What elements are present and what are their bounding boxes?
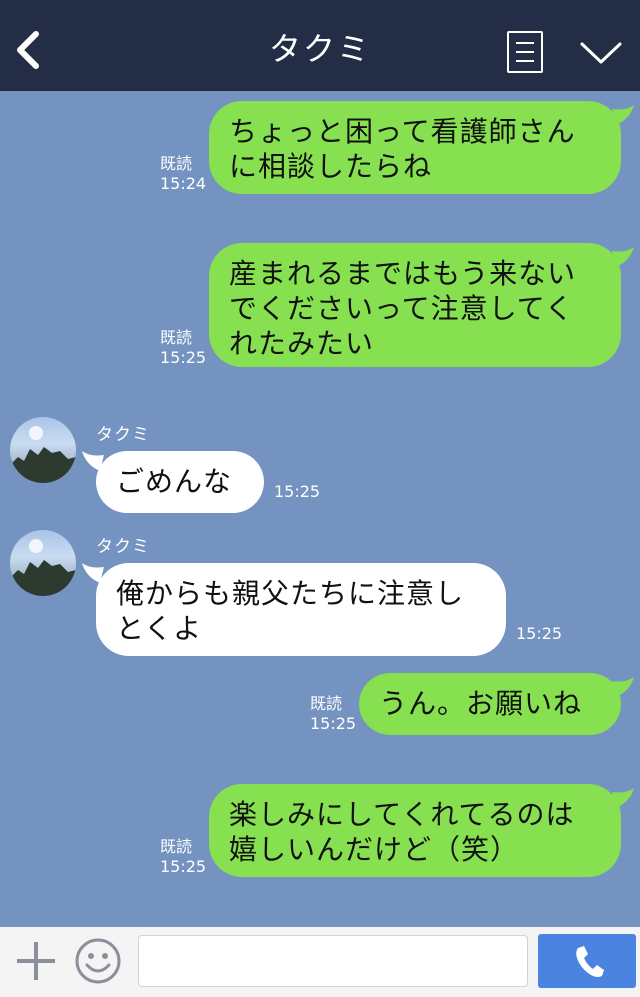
emoji-icon xyxy=(75,938,121,984)
emoji-button[interactable] xyxy=(74,937,122,985)
menu-button[interactable] xyxy=(507,31,543,73)
chevron-down-button[interactable] xyxy=(578,38,624,68)
message-time: 15:25 xyxy=(274,482,321,501)
chat-area[interactable]: 既読 15:24 ちょっと困って看護師さん に相談したらね 既読 15:25 産… xyxy=(0,91,640,927)
avatar-image xyxy=(10,426,76,483)
message-time: 15:25 xyxy=(516,624,563,643)
plus-icon xyxy=(17,942,55,980)
message-time: 15:25 xyxy=(310,714,357,733)
incoming-message[interactable]: ごめんな xyxy=(96,451,264,513)
menu-icon-line xyxy=(516,42,534,44)
outgoing-message[interactable]: 楽しみにしてくれてるのは 嬉しいんだけど（笑） xyxy=(209,784,621,877)
add-button[interactable] xyxy=(14,939,58,983)
call-button[interactable] xyxy=(538,934,636,988)
menu-icon-line xyxy=(516,60,534,62)
read-status: 既読 xyxy=(160,328,193,347)
read-status: 既読 xyxy=(160,154,193,173)
message-text: ちょっと困って看護師さん に相談したらね xyxy=(229,115,576,183)
outgoing-message[interactable]: うん。お願いね xyxy=(359,673,621,735)
message-input-bar xyxy=(0,927,640,997)
read-status: 既読 xyxy=(160,837,193,856)
read-status: 既読 xyxy=(310,694,343,713)
avatar[interactable] xyxy=(10,530,76,596)
message-text: うん。お願いね xyxy=(379,687,583,720)
message-text: 産まれるまではもう来ない でくださいって注意してく れたみたい xyxy=(229,257,577,360)
message-input[interactable] xyxy=(138,935,528,987)
bubble-tail xyxy=(612,677,634,697)
message-text: 楽しみにしてくれてるのは 嬉しいんだけど（笑） xyxy=(229,798,575,866)
message-text: ごめんな xyxy=(116,465,233,498)
message-time: 15:24 xyxy=(160,174,207,193)
bubble-tail xyxy=(612,105,634,125)
bubble-tail xyxy=(612,788,634,808)
sender-name: タクミ xyxy=(96,425,150,445)
bubble-tail xyxy=(82,563,104,583)
avatar-image xyxy=(10,539,76,596)
message-text: 俺からも親父たちに注意し とくよ xyxy=(116,577,465,645)
avatar[interactable] xyxy=(10,417,76,483)
sender-name: タクミ xyxy=(96,537,150,557)
message-time: 15:25 xyxy=(160,348,207,367)
message-time: 15:25 xyxy=(160,857,207,876)
chat-title: タクミ xyxy=(268,30,371,68)
bubble-tail xyxy=(82,451,104,471)
phone-icon xyxy=(576,946,604,977)
outgoing-message[interactable]: 産まれるまではもう来ない でくださいって注意してく れたみたい xyxy=(209,243,621,367)
bubble-tail xyxy=(612,247,634,267)
incoming-message[interactable]: 俺からも親父たちに注意し とくよ xyxy=(96,563,506,656)
chat-header: タクミ xyxy=(0,0,640,91)
chevron-down-icon xyxy=(580,42,622,64)
outgoing-message[interactable]: ちょっと困って看護師さん に相談したらね xyxy=(209,101,621,194)
menu-icon-line xyxy=(516,51,534,53)
